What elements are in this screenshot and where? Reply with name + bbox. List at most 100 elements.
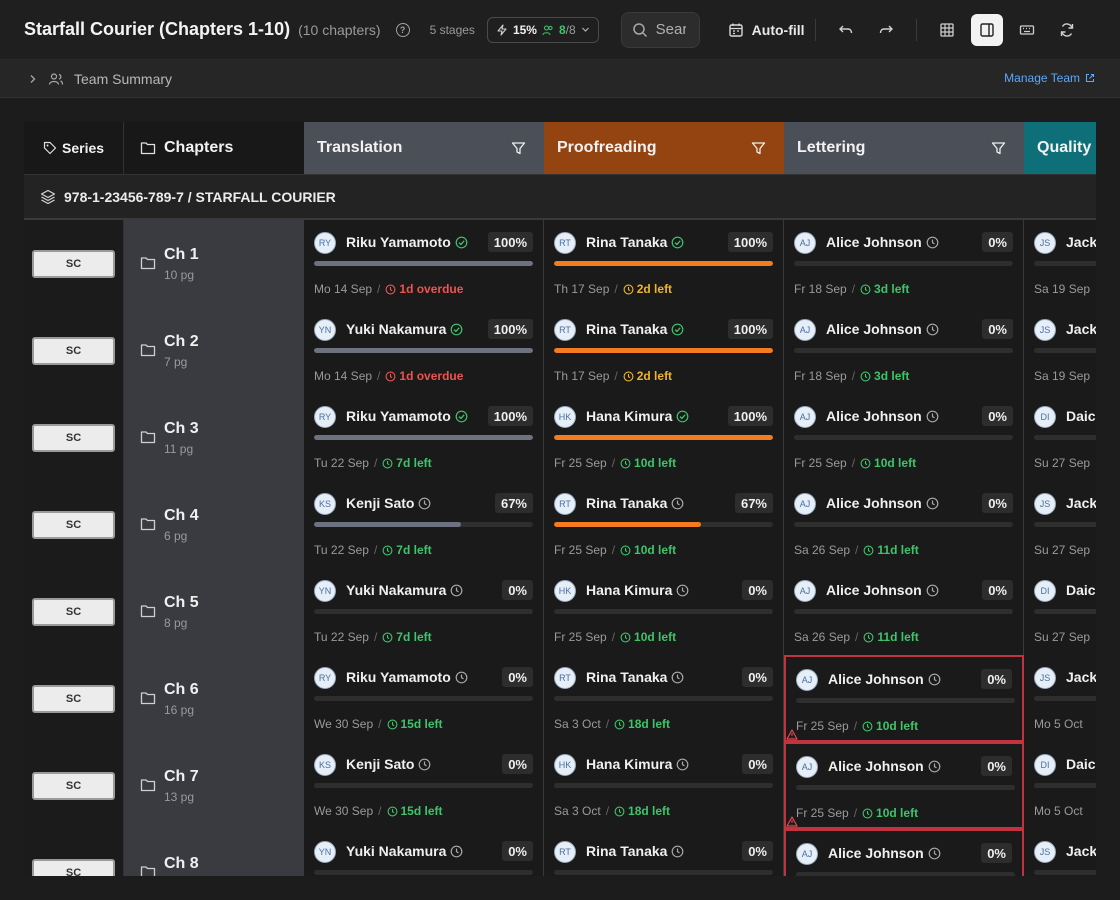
manage-team-link[interactable]: Manage Team	[1004, 71, 1095, 85]
due-status: 18d left	[614, 804, 670, 818]
folder-icon	[140, 866, 156, 876]
column-header-quality[interactable]: Quality	[1024, 122, 1096, 174]
task-dates: Tu 22 Sep/7d left	[314, 543, 432, 557]
series-badge-button[interactable]: SC	[32, 772, 115, 800]
task-cell[interactable]: RY Riku Yamamoto 0% We 30 Sep/15d left	[304, 655, 544, 742]
filter-icon[interactable]	[511, 141, 526, 156]
undo-icon	[838, 25, 852, 33]
search-box[interactable]	[620, 11, 700, 48]
column-header-lettering[interactable]: Lettering	[784, 122, 1024, 174]
assignee-name: Alice Johnson	[828, 671, 941, 687]
task-cell[interactable]: AJ Alice Johnson 0% Fr 25 Sep/10d left	[784, 742, 1024, 829]
clock-icon	[926, 323, 939, 335]
filter-icon[interactable]	[991, 141, 1006, 156]
series-group-row[interactable]: 978-1-23456-789-7 / STARFALL COURIER	[24, 174, 1096, 220]
task-cell[interactable]: DI Daic Su 27 Sep	[1024, 568, 1096, 655]
task-cell[interactable]: KS Kenji Sato 0% We 30 Sep/15d left	[304, 742, 544, 829]
task-cell[interactable]: YN Yuki Nakamura 0%	[304, 829, 544, 876]
task-cell[interactable]: JS Jack Mo 5 Oct	[1024, 655, 1096, 742]
series-badge-button[interactable]: SC	[32, 859, 115, 876]
chevron-right-icon[interactable]	[28, 74, 38, 84]
series-badge-button[interactable]: SC	[32, 424, 115, 452]
team-summary-bar[interactable]: Team Summary Manage Team	[0, 60, 1120, 98]
refresh-button[interactable]	[1051, 14, 1083, 46]
chapter-cell[interactable]: Ch 1 10 pg	[124, 220, 304, 307]
autofill-label: Auto-fill	[751, 21, 805, 38]
task-cell[interactable]: AJ Alice Johnson 0% Sa 26 Sep/11d left	[784, 568, 1024, 655]
help-icon[interactable]: ?	[395, 22, 410, 37]
progress-bar	[314, 261, 533, 266]
series-badge-button[interactable]: SC	[32, 250, 115, 278]
due-clock-icon	[623, 371, 634, 381]
due-status: 11d left	[863, 630, 919, 644]
task-cell[interactable]: RT Rina Tanaka 67% Fr 25 Sep/10d left	[544, 481, 784, 568]
clock-icon	[928, 847, 941, 859]
autofill-button[interactable]: Auto-fill	[728, 22, 805, 38]
undo-button[interactable]	[830, 14, 862, 46]
task-cell[interactable]: AJ Alice Johnson 0% Fr 18 Sep/3d left	[784, 220, 1024, 307]
due-status: 3d left	[860, 282, 909, 296]
task-dates: Th 17 Sep/2d left	[554, 369, 673, 383]
chapter-name: Ch 5	[164, 594, 199, 611]
task-cell[interactable]: KS Kenji Sato 67% Tu 22 Sep/7d left	[304, 481, 544, 568]
clock-icon	[676, 584, 689, 596]
task-cell[interactable]: AJ Alice Johnson 0% Fr 25 Sep/10d left	[784, 394, 1024, 481]
task-cell[interactable]: YN Yuki Nakamura 100% Mo 14 Sep/1d overdue	[304, 307, 544, 394]
chapter-cell[interactable]: Ch 3 11 pg	[124, 394, 304, 481]
column-header-translation[interactable]: Translation	[304, 122, 544, 174]
task-cell[interactable]: JS Jack Su 27 Sep	[1024, 481, 1096, 568]
task-dates: Mo 5 Oct	[1034, 804, 1083, 818]
task-cell[interactable]: YN Yuki Nakamura 0% Tu 22 Sep/7d left	[304, 568, 544, 655]
grid-view-button[interactable]	[931, 14, 963, 46]
task-cell[interactable]: DI Daic Mo 5 Oct	[1024, 742, 1096, 829]
chapter-cell[interactable]: Ch 4 6 pg	[124, 481, 304, 568]
task-cell[interactable]: AJ Alice Johnson 0% Fr 18 Sep/3d left	[784, 307, 1024, 394]
series-badge-button[interactable]: SC	[32, 511, 115, 539]
task-cell[interactable]: RT Rina Tanaka 100% Th 17 Sep/2d left	[544, 220, 784, 307]
search-input[interactable]	[655, 21, 686, 38]
task-cell[interactable]: AJ Alice Johnson 0%	[784, 829, 1024, 876]
due-status: 10d left	[860, 456, 916, 470]
column-header-chapters[interactable]: Chapters	[124, 122, 304, 174]
start-date: Fr 18 Sep	[794, 282, 847, 296]
sidebar-panel-icon	[979, 22, 994, 37]
task-cell[interactable]: DI Daic Su 27 Sep	[1024, 394, 1096, 481]
chapter-cell[interactable]: Ch 7 13 pg	[124, 742, 304, 829]
panel-view-button[interactable]	[970, 13, 1003, 46]
series-badge-button[interactable]: SC	[32, 685, 115, 713]
task-cell[interactable]: JS Jack Sa 19 Sep	[1024, 220, 1096, 307]
keyboard-button[interactable]	[1011, 14, 1043, 46]
avatar: AJ	[794, 406, 816, 428]
chapter-cell[interactable]: Ch 2 7 pg	[124, 307, 304, 394]
task-cell[interactable]: JS Jack	[1024, 829, 1096, 876]
chapter-cell[interactable]: Ch 5 8 pg	[124, 568, 304, 655]
task-cell[interactable]: AJ Alice Johnson 0% Fr 25 Sep/10d left	[784, 655, 1024, 742]
task-cell[interactable]: RY Riku Yamamoto 100% Tu 22 Sep/7d left	[304, 394, 544, 481]
task-cell[interactable]: RY Riku Yamamoto 100% Mo 14 Sep/1d overdue	[304, 220, 544, 307]
progress-dropdown[interactable]: 15% 8/8	[486, 16, 599, 43]
clock-icon	[926, 236, 939, 248]
task-cell[interactable]: HK Hana Kimura 0% Sa 3 Oct/18d left	[544, 742, 784, 829]
redo-button[interactable]	[870, 14, 902, 46]
avatar: AJ	[794, 232, 816, 254]
due-status: 7d left	[382, 456, 432, 470]
series-badge-button[interactable]: SC	[32, 598, 115, 626]
chapter-cell[interactable]: Ch 8	[124, 829, 304, 876]
task-cell[interactable]: JS Jack Sa 19 Sep	[1024, 307, 1096, 394]
task-cell[interactable]: RT Rina Tanaka 0% Sa 3 Oct/18d left	[544, 655, 784, 742]
column-header-proofreading[interactable]: Proofreading	[544, 122, 784, 174]
due-status: 18d left	[614, 717, 670, 731]
due-status: 11d left	[863, 543, 919, 557]
chapter-cell[interactable]: Ch 6 16 pg	[124, 655, 304, 742]
filter-icon[interactable]	[751, 141, 766, 156]
task-cell[interactable]: HK Hana Kimura 100% Fr 25 Sep/10d left	[544, 394, 784, 481]
series-badge-button[interactable]: SC	[32, 337, 115, 365]
assignee-name: Alice Johnson	[826, 582, 939, 598]
task-cell[interactable]: RT Rina Tanaka 100% Th 17 Sep/2d left	[544, 307, 784, 394]
due-status: 7d left	[382, 543, 432, 557]
column-header-series[interactable]: Series	[24, 122, 124, 174]
avatar: HK	[554, 754, 576, 776]
task-cell[interactable]: HK Hana Kimura 0% Fr 25 Sep/10d left	[544, 568, 784, 655]
task-cell[interactable]: AJ Alice Johnson 0% Sa 26 Sep/11d left	[784, 481, 1024, 568]
task-cell[interactable]: RT Rina Tanaka 0%	[544, 829, 784, 876]
